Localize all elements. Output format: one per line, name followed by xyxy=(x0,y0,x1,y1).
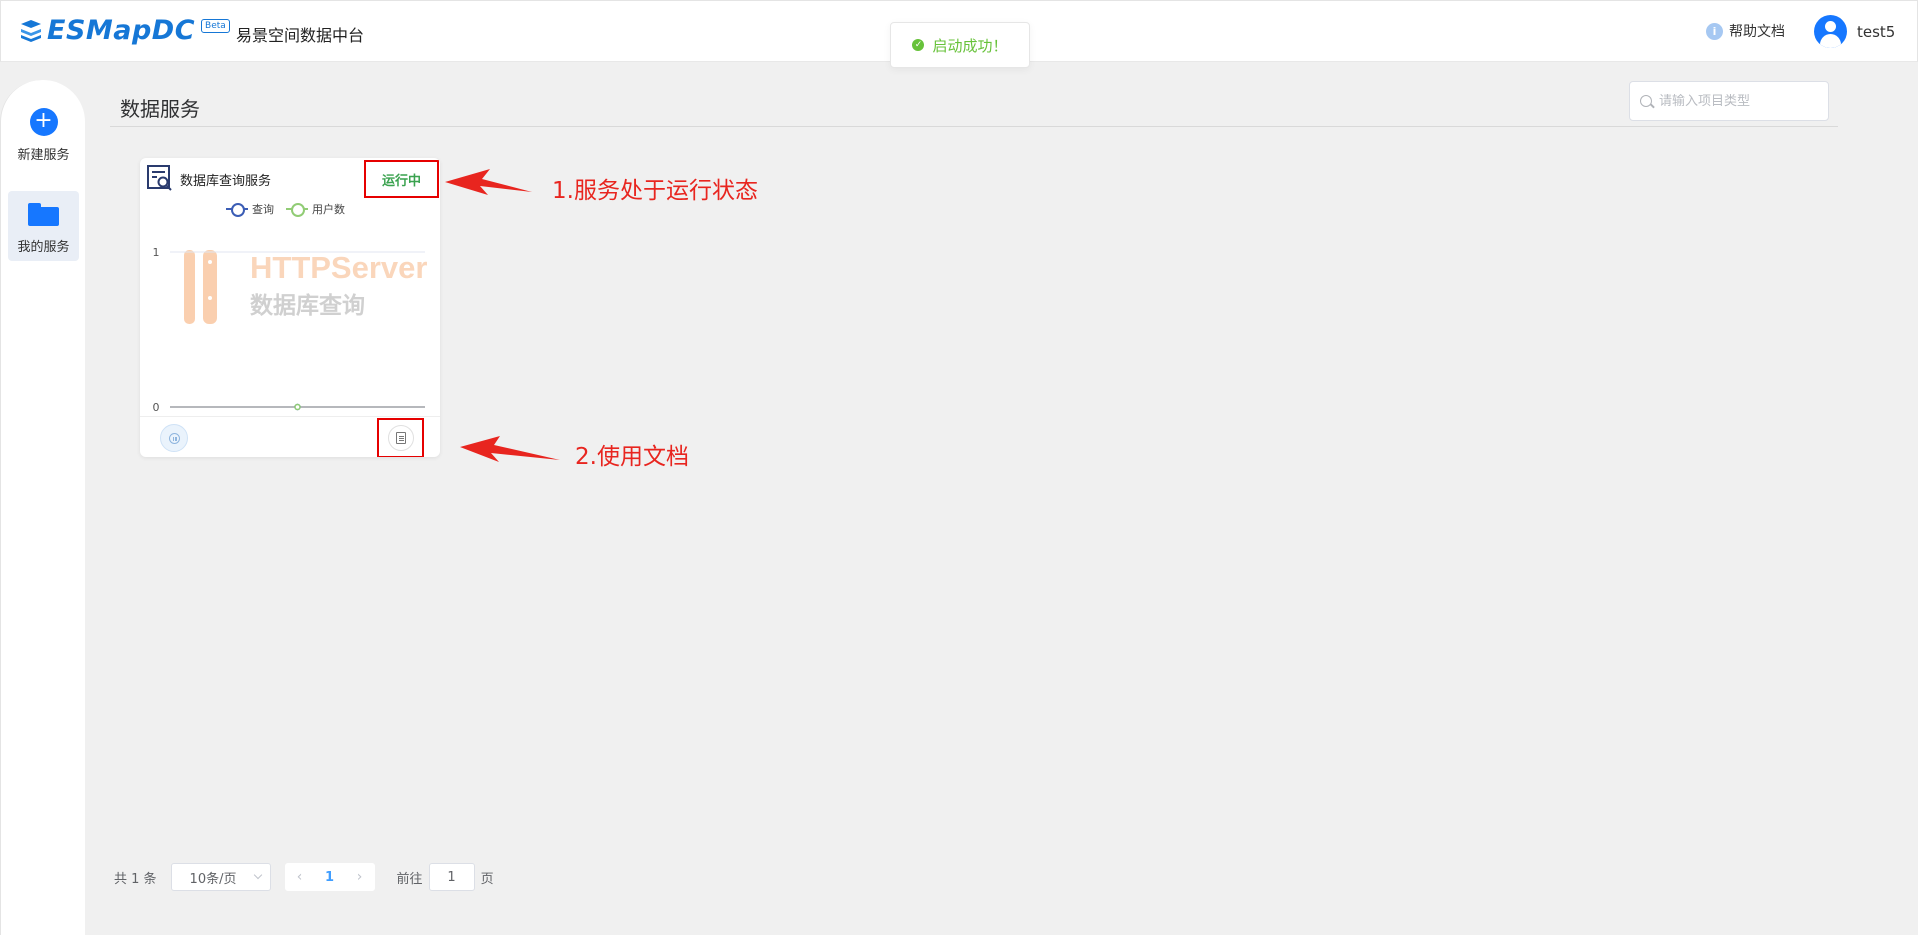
chart-point-users xyxy=(294,403,301,411)
annotation-arrow-status xyxy=(445,169,532,195)
page-size-value: 10条/页 xyxy=(189,871,237,887)
card-title: 数据库查询服务 xyxy=(180,174,272,189)
folder-icon xyxy=(28,203,59,226)
watermark-title: HTTPServer xyxy=(250,250,427,285)
legend-item-users[interactable]: 用户数 xyxy=(286,201,345,217)
logo-text: ESMapDC xyxy=(47,15,196,46)
search-icon xyxy=(1640,95,1652,107)
success-toast: ✓ 启动成功！ xyxy=(890,22,1030,68)
title-divider xyxy=(110,126,1838,127)
beta-badge: Beta xyxy=(201,18,230,33)
page-size-select[interactable]: 10条/页 xyxy=(170,863,271,891)
search-input[interactable] xyxy=(1659,93,1819,109)
sidebar-item-new-service[interactable]: + 新建服务 xyxy=(8,108,79,170)
prev-page-button[interactable]: ‹ xyxy=(285,863,315,891)
legend-item-query[interactable]: 查询 xyxy=(226,201,274,217)
legend-marker xyxy=(286,203,308,217)
page-number-current[interactable]: 1 xyxy=(315,870,345,885)
legend-label: 查询 xyxy=(252,203,274,216)
x-tick-label: 18:19 xyxy=(282,412,314,413)
logo-mark-icon xyxy=(21,19,41,42)
status-badge: 运行中 xyxy=(364,160,439,198)
annotation-doc-text: 2.使用文档 xyxy=(575,444,689,470)
next-page-button[interactable]: › xyxy=(345,863,375,891)
chart-legend: 查询 用户数 xyxy=(226,201,345,217)
check-circle-icon: ✓ xyxy=(912,39,925,51)
goto-page-input[interactable] xyxy=(428,863,475,891)
y-tick-label: 0 xyxy=(153,401,160,413)
goto-prefix: 前往 xyxy=(396,871,423,887)
pause-service-button[interactable] xyxy=(160,424,188,452)
y-tick-label: 1 xyxy=(153,246,160,259)
annotation-status-text: 1.服务处于运行状态 xyxy=(552,178,758,204)
card-footer xyxy=(140,416,440,457)
goto-suffix: 页 xyxy=(480,871,494,887)
page-title: 数据服务 xyxy=(120,97,200,121)
chevron-down-icon xyxy=(253,870,262,880)
page-list: ‹ 1 › xyxy=(284,863,375,891)
plus-icon: + xyxy=(29,108,58,136)
httpserver-watermark: HTTPServer 数据库查询 xyxy=(184,250,427,324)
help-docs-link[interactable]: i 帮助文档 xyxy=(1706,21,1785,41)
search-box[interactable] xyxy=(1629,81,1829,121)
user-name: test5 xyxy=(1857,22,1896,41)
legend-label: 用户数 xyxy=(312,203,345,216)
sidebar-item-label: 新建服务 xyxy=(17,148,70,163)
platform-name: 易景空间数据中台 xyxy=(236,26,365,45)
toast-message: 启动成功！ xyxy=(932,36,1008,55)
pagination: 共 1 条 10条/页 ‹ 1 › 前往 页 xyxy=(114,862,494,892)
user-avatar-icon xyxy=(1814,15,1847,48)
info-icon: i xyxy=(1706,22,1723,40)
usage-doc-button[interactable] xyxy=(377,418,424,457)
service-card[interactable]: 数据库查询服务 运行中 查询 用户数 HTTPServer 数据库查询 0 1 18… xyxy=(140,158,440,457)
watermark-subtitle: 数据库查询 xyxy=(250,292,365,319)
sidebar-item-my-services[interactable]: 我的服务 xyxy=(8,191,79,261)
help-docs-label: 帮助文档 xyxy=(1729,24,1785,40)
document-icon xyxy=(395,432,406,444)
sidebar-item-label: 我的服务 xyxy=(17,240,70,255)
database-query-icon xyxy=(147,165,172,191)
user-menu[interactable]: test5 xyxy=(1814,15,1895,48)
usage-chart: HTTPServer 数据库查询 0 1 18:19 xyxy=(153,246,428,413)
legend-marker xyxy=(226,203,248,217)
document-button-ring xyxy=(387,425,414,451)
card-header: 数据库查询服务 运行中 xyxy=(140,158,440,198)
annotation-arrow-doc xyxy=(460,436,560,462)
pause-icon xyxy=(168,432,180,444)
total-count: 共 1 条 xyxy=(114,871,157,887)
sidebar: + 新建服务 我的服务 xyxy=(0,80,85,935)
app-logo[interactable]: ESMapDC Beta xyxy=(19,15,230,46)
